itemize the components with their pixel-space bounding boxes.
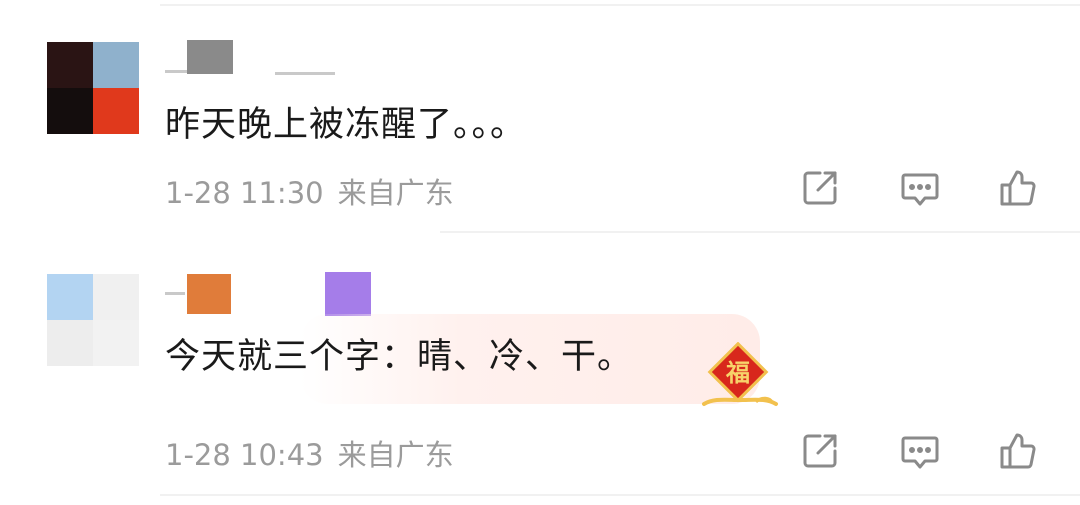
avatar[interactable] [47,42,139,134]
svg-text:福: 福 [725,359,750,387]
like-icon [1000,433,1036,469]
username-redacted[interactable] [165,272,385,316]
bottom-divider [160,494,1080,496]
share-button[interactable] [798,166,842,210]
comment-item: 今天就三个字：晴、冷、干。 福 1-28 10:43 来自广东 [0,232,1080,505]
like-button[interactable] [996,429,1040,473]
share-icon [803,171,837,205]
comment-icon [901,436,939,469]
like-icon [1000,170,1036,206]
reply-button[interactable] [898,166,942,210]
comment-location: 来自广东 [337,438,454,472]
fu-icon: 福 [700,341,780,412]
avatar[interactable] [47,274,139,366]
reply-button[interactable] [898,429,942,473]
comment-meta: 1-28 10:43 来自广东 [165,432,454,474]
comment-location: 来自广东 [337,176,454,210]
comment-text: 今天就三个字：晴、冷、干。 [165,337,634,377]
comment-time: 1-28 11:30 [165,176,324,210]
comment-text: 昨天晚上被冻醒了。。。 [165,105,527,145]
username-redacted[interactable] [165,38,345,78]
share-button[interactable] [798,429,842,473]
comment-item: 昨天晚上被冻醒了。。。 1-28 11:30 来自广东 [0,0,1080,232]
comment-time: 1-28 10:43 [165,438,324,472]
comment-icon [901,173,939,206]
like-button[interactable] [996,166,1040,210]
share-icon [803,434,837,468]
comment-meta: 1-28 11:30 来自广东 [165,170,454,212]
